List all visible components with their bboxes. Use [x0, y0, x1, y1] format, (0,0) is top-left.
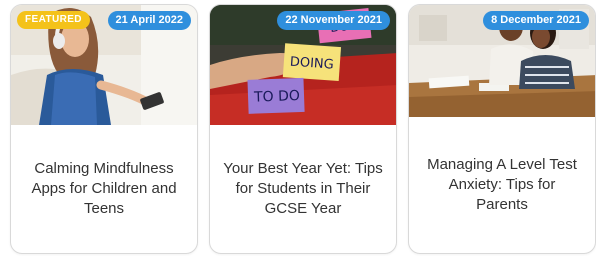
card-title[interactable]: Your Best Year Yet: Tips for Students in… [222, 159, 384, 219]
blog-card-list: FEATURED 21 April 2022 Calming Mindfulne… [0, 0, 596, 256]
card-title-area: Managing A Level Test Anxiety: Tips for … [409, 117, 595, 253]
card-title[interactable]: Managing A Level Test Anxiety: Tips for … [421, 155, 583, 215]
card-title-area: Your Best Year Yet: Tips for Students in… [210, 125, 396, 253]
svg-text:TO DO: TO DO [253, 88, 300, 106]
featured-badge: FEATURED [17, 11, 90, 29]
blog-card[interactable]: DONE DOING TO DO 22 November 2021 Your B… [209, 4, 397, 254]
blog-card[interactable]: 8 December 2021 Managing A Level Test An… [408, 4, 596, 254]
card-title-area: Calming Mindfulness Apps for Children an… [11, 125, 197, 253]
blog-card[interactable]: FEATURED 21 April 2022 Calming Mindfulne… [10, 4, 198, 254]
date-badge: 21 April 2022 [107, 11, 191, 30]
card-image[interactable]: FEATURED 21 April 2022 [11, 5, 197, 125]
svg-text:DOING: DOING [289, 55, 334, 73]
card-title[interactable]: Calming Mindfulness Apps for Children an… [23, 159, 185, 219]
card-image[interactable]: DONE DOING TO DO 22 November 2021 [210, 5, 396, 125]
date-badge: 8 December 2021 [483, 11, 589, 30]
date-badge: 22 November 2021 [277, 11, 390, 30]
card-image[interactable]: 8 December 2021 [409, 5, 595, 117]
